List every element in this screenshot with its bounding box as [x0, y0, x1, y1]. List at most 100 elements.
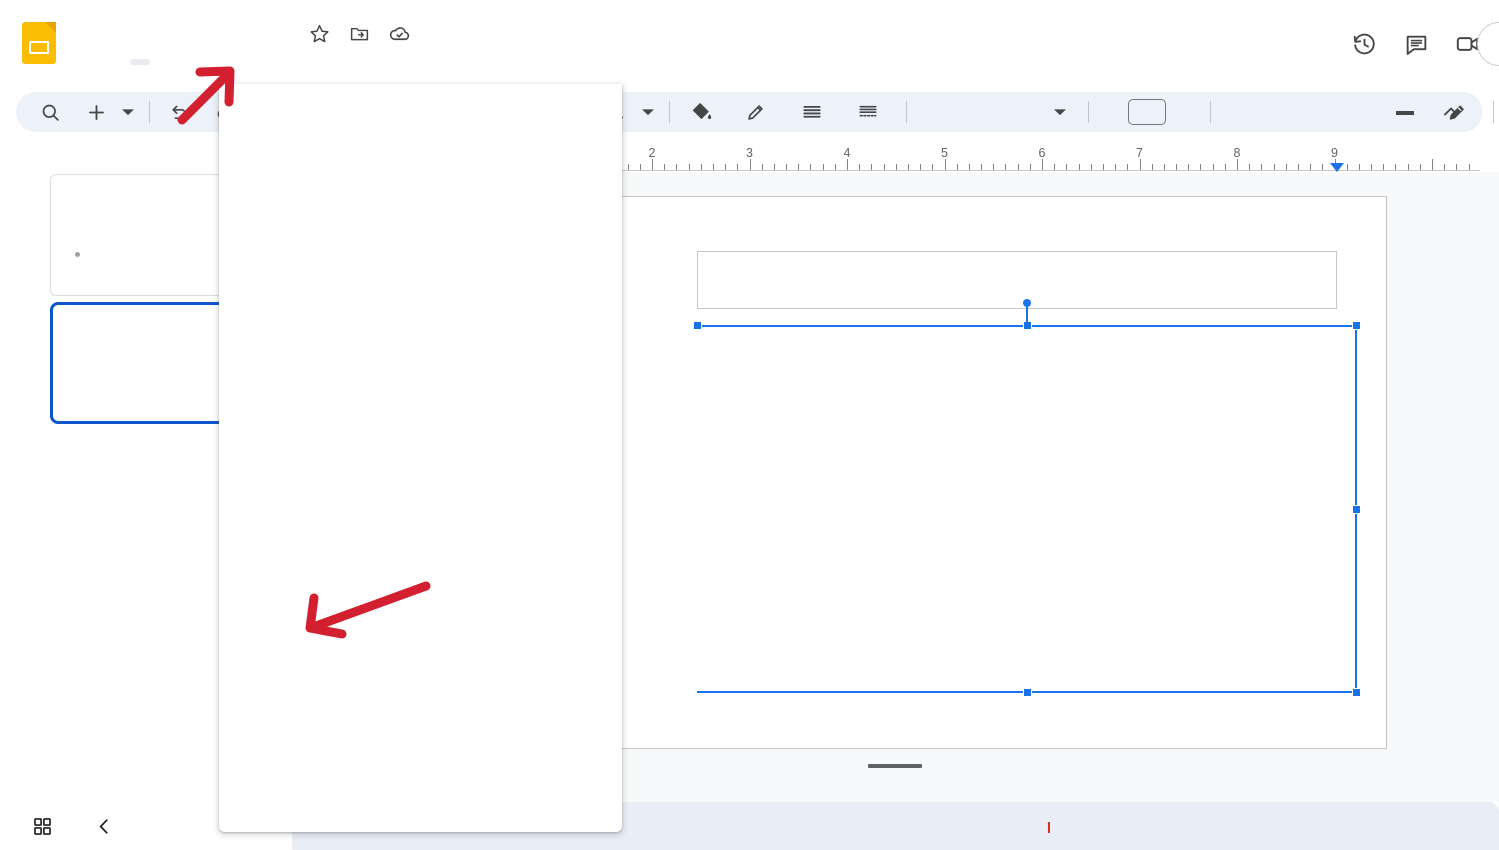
- horizontal-ruler[interactable]: 2 3 4 5 6 7 8 9: [620, 146, 1480, 172]
- ruler-tick: [737, 164, 739, 170]
- ruler-tick: [1066, 164, 1068, 170]
- font-size-input[interactable]: [1128, 99, 1166, 125]
- menu-bar: [70, 48, 270, 75]
- ruler-tick: [1237, 159, 1238, 170]
- ruler-tick: [1188, 164, 1190, 170]
- indent-marker-icon[interactable]: [1330, 163, 1344, 172]
- body-placeholder-selection[interactable]: [693, 299, 1361, 697]
- ruler-tick: [981, 164, 983, 170]
- resize-handle-middle-right[interactable]: [1352, 504, 1361, 514]
- menu-extensions[interactable]: [230, 59, 250, 65]
- ruler-tick: [725, 164, 727, 170]
- font-family-chevron-down-icon[interactable]: [1052, 106, 1068, 118]
- ruler-tick: [1249, 164, 1251, 170]
- cloud-saved-icon[interactable]: [386, 20, 412, 46]
- ruler-tick: [895, 164, 897, 170]
- undo-icon[interactable]: [163, 96, 195, 128]
- menu-view[interactable]: [110, 59, 130, 65]
- ruler-tick: [1407, 164, 1409, 170]
- fill-color-icon[interactable]: [686, 96, 718, 128]
- ruler-tick: [1285, 164, 1287, 170]
- menu-insert[interactable]: [130, 58, 150, 65]
- move-to-folder-icon[interactable]: [346, 20, 372, 46]
- ruler-tick: [700, 164, 702, 170]
- collapse-filmstrip-chevron-left-icon[interactable]: [84, 806, 124, 846]
- notes-resize-handle[interactable]: [868, 764, 922, 768]
- ruler-tick: [1078, 164, 1080, 170]
- menu-format[interactable]: [150, 59, 170, 65]
- star-icon[interactable]: [306, 20, 332, 46]
- slide-number-1: [0, 174, 28, 180]
- google-slides-logo-icon[interactable]: [22, 22, 56, 64]
- ruler-tick: [1102, 164, 1104, 170]
- ruler-number-5: 5: [941, 146, 948, 160]
- ruler-tick: [993, 164, 995, 170]
- ruler-tick: [1395, 164, 1397, 170]
- underline-button[interactable]: [1335, 96, 1367, 128]
- line-spacing-icon[interactable]: [852, 96, 884, 128]
- ruler-tick: [1115, 164, 1117, 170]
- notes-text-cursor: [1048, 822, 1050, 833]
- menu-slide[interactable]: [170, 59, 190, 65]
- ruler-tick: [786, 164, 788, 170]
- menu-tools[interactable]: [210, 59, 230, 65]
- resize-handle-top-right[interactable]: [1352, 321, 1361, 330]
- ruler-tick: [1054, 164, 1056, 170]
- collapse-toolbar-chevron-up-icon[interactable]: [1435, 96, 1467, 128]
- ruler-tick: [968, 164, 970, 170]
- ruler-tick: [1017, 164, 1019, 170]
- text-color-swatch: [1396, 111, 1414, 115]
- google-slides-window: 2 3 4 5 6 7 8 9: [0, 0, 1499, 850]
- ruler-tick: [1444, 164, 1446, 170]
- ruler-tick: [1139, 159, 1141, 170]
- new-slide-chevron-down-icon[interactable]: [120, 106, 136, 118]
- ruler-tick: [1029, 164, 1031, 170]
- insert-menu-dropdown[interactable]: [219, 84, 622, 832]
- grid-view-icon[interactable]: [22, 806, 62, 846]
- ruler-tick: [627, 164, 629, 170]
- ruler-tick: [1151, 164, 1153, 170]
- ruler-tick: [920, 164, 922, 170]
- ruler-tick: [652, 159, 653, 170]
- ruler-tick: [749, 159, 751, 170]
- italic-button[interactable]: [1281, 96, 1313, 128]
- rotation-stem: [1026, 306, 1028, 324]
- ruler-tick: [907, 164, 909, 170]
- new-slide-plus-icon[interactable]: [80, 96, 112, 128]
- version-history-icon[interactable]: [1342, 22, 1386, 66]
- resize-handle-bottom-center[interactable]: [1022, 688, 1032, 697]
- ruler-tick: [773, 164, 775, 170]
- ruler-tick: [1005, 164, 1007, 170]
- text-align-icon[interactable]: [796, 96, 828, 128]
- ruler-tick: [871, 164, 873, 170]
- text-color-button[interactable]: [1389, 96, 1421, 128]
- ruler-number-2: 2: [648, 146, 656, 160]
- line-chevron-down-icon[interactable]: [640, 106, 656, 118]
- rotation-handle[interactable]: [1023, 299, 1031, 307]
- ruler-tick: [1346, 164, 1348, 170]
- ruler-tick: [1371, 164, 1373, 170]
- comment-icon[interactable]: [1394, 22, 1438, 66]
- bold-button[interactable]: [1227, 96, 1259, 128]
- ruler-number-3: 3: [746, 146, 753, 160]
- ruler-tick: [1358, 164, 1360, 170]
- resize-handle-top-left[interactable]: [693, 321, 702, 330]
- ruler-tick: [810, 164, 812, 170]
- ruler-number-7: 7: [1136, 146, 1143, 160]
- current-slide[interactable]: [594, 196, 1387, 749]
- menu-file[interactable]: [70, 59, 90, 65]
- ruler-tick: [664, 164, 666, 170]
- ruler-tick: [859, 164, 861, 170]
- ruler-tick: [834, 164, 836, 170]
- menu-help[interactable]: [250, 59, 270, 65]
- search-icon[interactable]: [34, 96, 66, 128]
- menu-edit[interactable]: [90, 59, 110, 65]
- ruler-baseline: [620, 170, 1480, 171]
- ruler-tick: [1273, 164, 1275, 170]
- ruler-tick: [712, 164, 714, 170]
- resize-handle-bottom-right[interactable]: [1352, 688, 1361, 697]
- menu-arrange[interactable]: [190, 59, 210, 65]
- title-placeholder[interactable]: [697, 251, 1337, 309]
- pencil-border-color-icon[interactable]: [740, 96, 772, 128]
- ruler-tick: [847, 159, 848, 170]
